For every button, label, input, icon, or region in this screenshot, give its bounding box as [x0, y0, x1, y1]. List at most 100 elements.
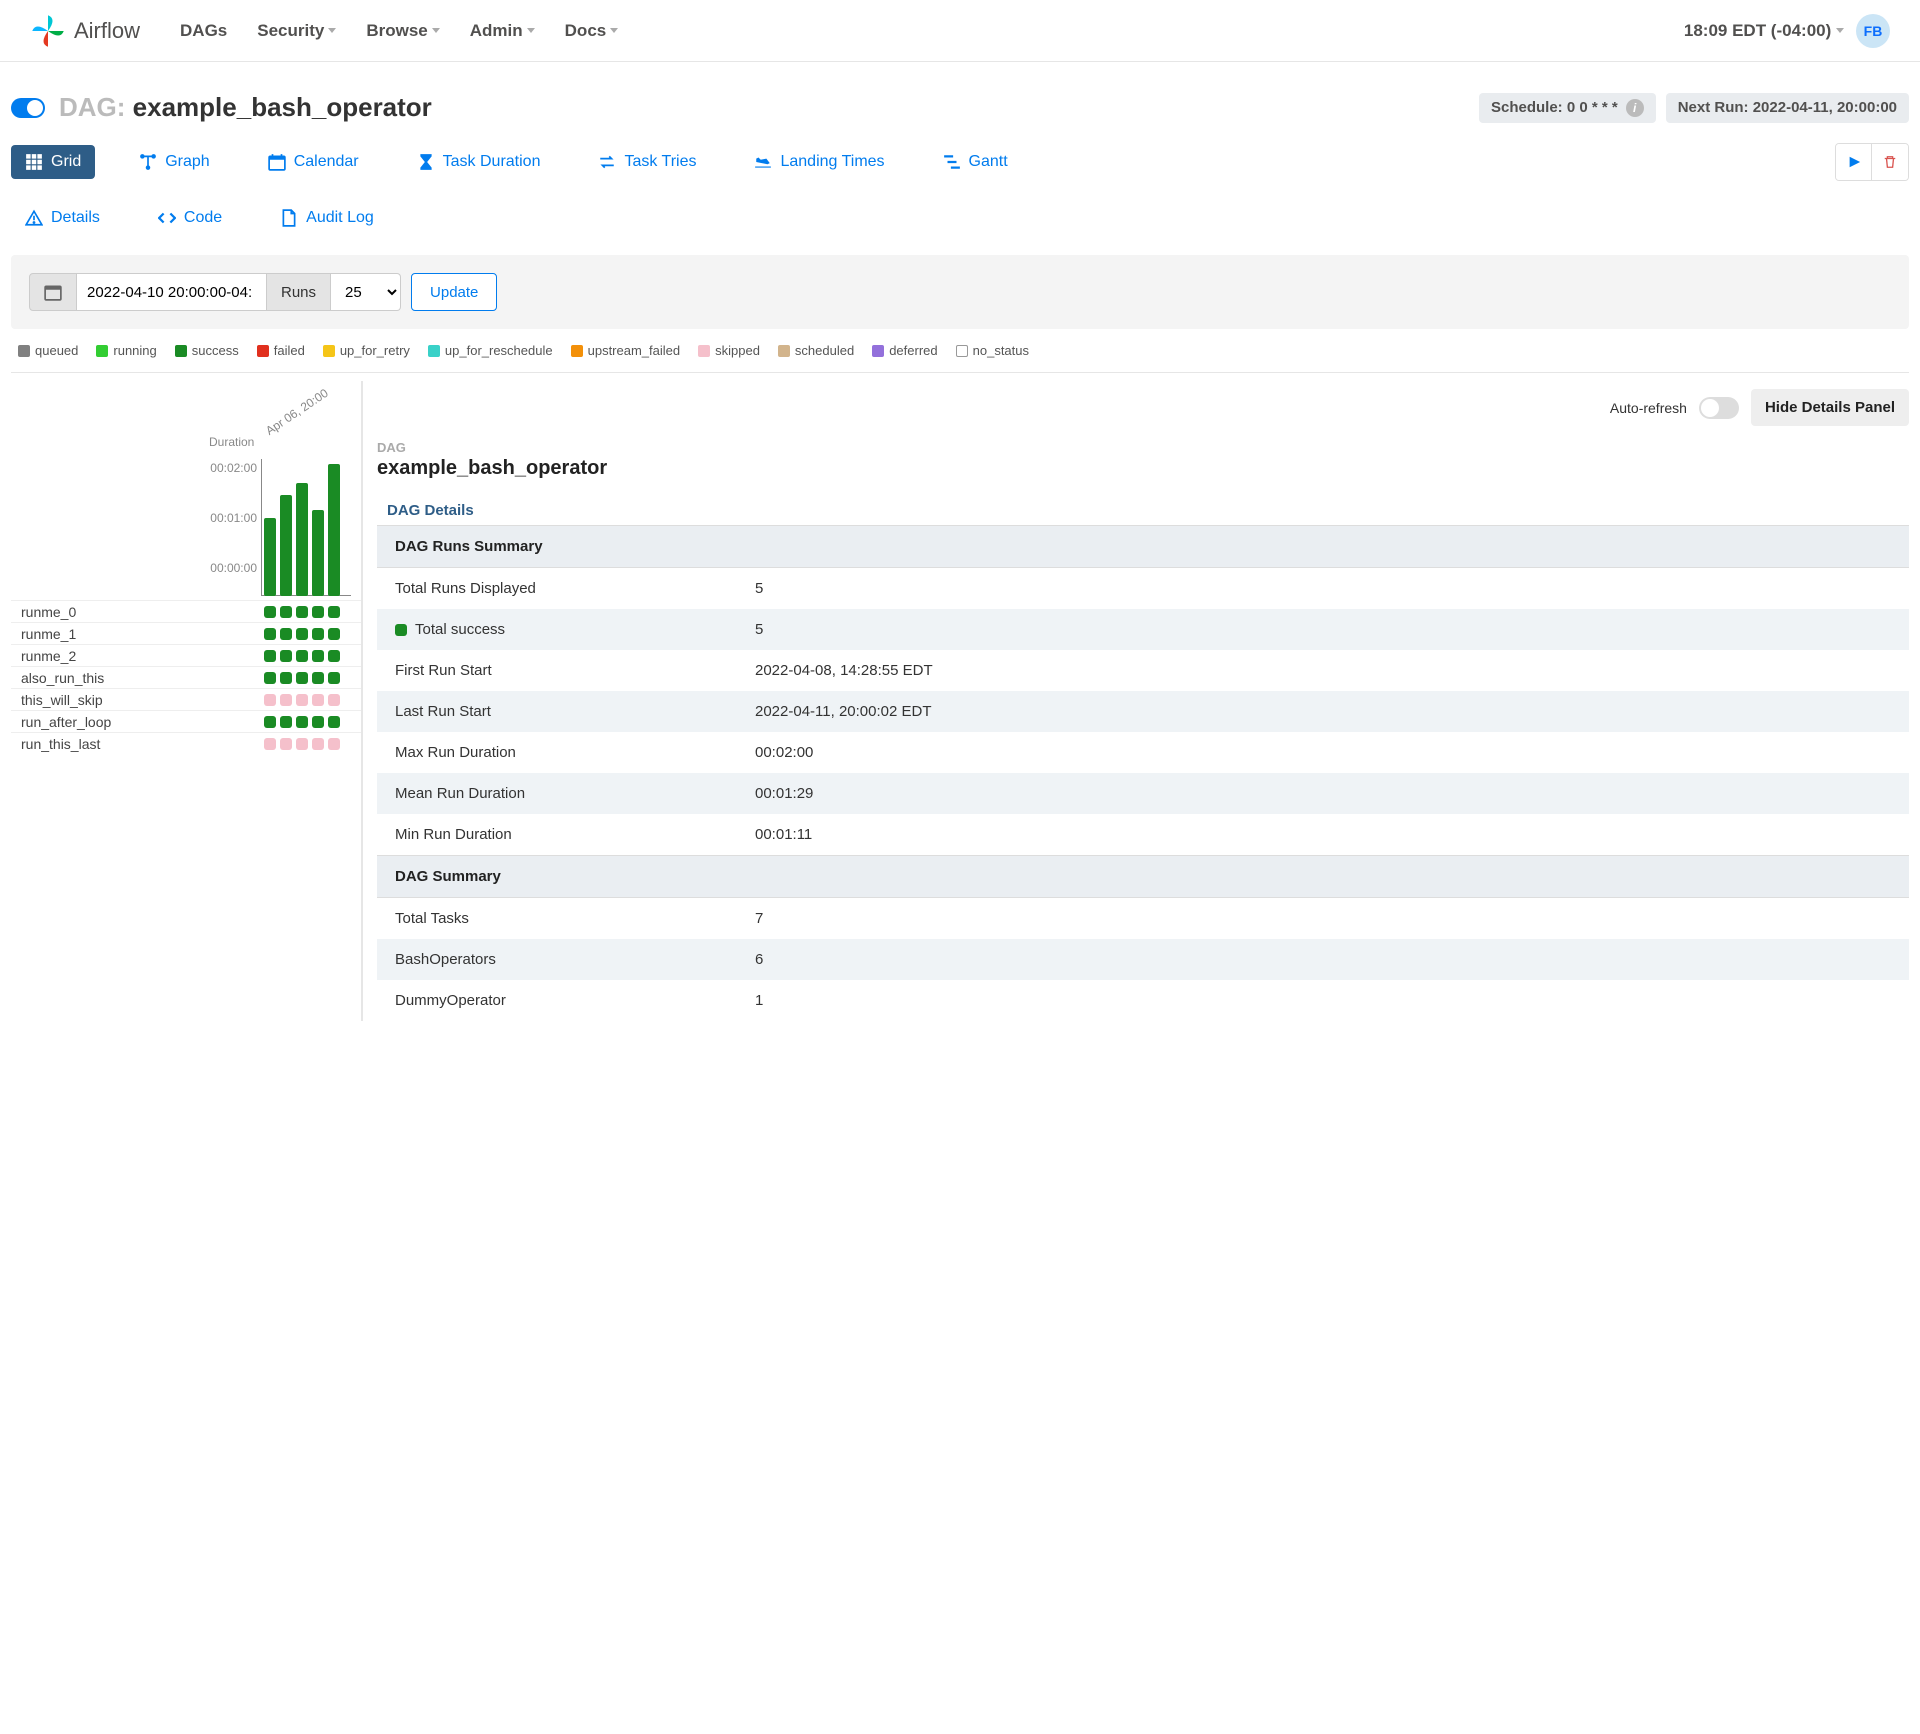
task-instance-cell[interactable] — [264, 606, 276, 618]
dag-run-bar[interactable] — [280, 495, 292, 596]
row-total-runs: Total Runs Displayed5 — [377, 568, 1909, 609]
state-legend: queued running success failed up_for_retry up… — [0, 339, 1920, 372]
update-button[interactable]: Update — [411, 273, 497, 311]
task-instance-cell[interactable] — [296, 650, 308, 662]
task-name[interactable]: runme_2 — [11, 648, 264, 664]
hide-details-button[interactable]: Hide Details Panel — [1751, 389, 1909, 426]
task-instance-cell[interactable] — [264, 738, 276, 750]
legend-skipped[interactable]: skipped — [698, 343, 760, 358]
tab-graph[interactable]: Graph — [125, 145, 223, 179]
legend-scheduled[interactable]: scheduled — [778, 343, 854, 358]
chevron-down-icon — [328, 28, 336, 33]
task-instance-cell[interactable] — [312, 738, 324, 750]
delete-dag-button[interactable] — [1872, 144, 1908, 180]
task-instance-cell[interactable] — [264, 650, 276, 662]
task-instance-cell[interactable] — [328, 672, 340, 684]
task-instance-cell[interactable] — [296, 738, 308, 750]
task-instance-cell[interactable] — [312, 650, 324, 662]
dag-run-bar[interactable] — [264, 518, 276, 596]
dag-run-bar[interactable] — [296, 483, 308, 596]
avatar[interactable]: FB — [1856, 14, 1890, 48]
task-instance-cell[interactable] — [328, 738, 340, 750]
task-instance-cell[interactable] — [312, 716, 324, 728]
dag-run-bar[interactable] — [328, 464, 340, 596]
dag-pause-toggle[interactable] — [11, 98, 45, 118]
tab-task-duration[interactable]: Task Duration — [403, 145, 555, 179]
task-row: runme_1 — [11, 622, 361, 644]
legend-running[interactable]: running — [96, 343, 156, 358]
task-instance-cell[interactable] — [296, 606, 308, 618]
task-instance-cell[interactable] — [296, 694, 308, 706]
task-instance-cell[interactable] — [280, 738, 292, 750]
legend-no_status[interactable]: no_status — [956, 343, 1029, 358]
task-instance-cell[interactable] — [280, 650, 292, 662]
row-first-run: First Run Start2022-04-08, 14:28:55 EDT — [377, 650, 1909, 691]
legend-deferred[interactable]: deferred — [872, 343, 937, 358]
task-instance-cell[interactable] — [264, 694, 276, 706]
task-instance-cell[interactable] — [328, 650, 340, 662]
calendar-icon[interactable] — [29, 273, 77, 311]
tab-grid[interactable]: Grid — [11, 145, 95, 179]
gantt-icon — [943, 153, 961, 171]
task-instance-cell[interactable] — [280, 628, 292, 640]
row-mean-duration: Mean Run Duration00:01:29 — [377, 773, 1909, 814]
task-name[interactable]: run_after_loop — [11, 714, 264, 730]
task-instance-cell[interactable] — [328, 606, 340, 618]
task-name[interactable]: also_run_this — [11, 670, 264, 686]
legend-up_for_reschedule[interactable]: up_for_reschedule — [428, 343, 553, 358]
details-tab-header[interactable]: DAG Details — [377, 496, 1909, 525]
tab-task-tries[interactable]: Task Tries — [584, 145, 710, 179]
nav-docs[interactable]: Docs — [565, 21, 619, 41]
task-name[interactable]: run_this_last — [11, 736, 264, 752]
task-instance-cell[interactable] — [280, 716, 292, 728]
task-instance-cell[interactable] — [328, 716, 340, 728]
task-row: also_run_this — [11, 666, 361, 688]
legend-failed[interactable]: failed — [257, 343, 305, 358]
nav-dags[interactable]: DAGs — [180, 21, 227, 41]
detail-title: example_bash_operator — [377, 457, 1909, 480]
num-runs-select[interactable]: 25 — [331, 273, 401, 311]
time-display[interactable]: 18:09 EDT (-04:00) — [1684, 21, 1844, 41]
task-instance-cell[interactable] — [312, 672, 324, 684]
task-instance-cell[interactable] — [296, 628, 308, 640]
legend-success[interactable]: success — [175, 343, 239, 358]
legend-queued[interactable]: queued — [18, 343, 78, 358]
auto-refresh-toggle[interactable] — [1699, 397, 1739, 419]
task-instance-cell[interactable] — [280, 694, 292, 706]
trigger-dag-button[interactable] — [1836, 144, 1872, 180]
task-instance-cell[interactable] — [296, 672, 308, 684]
task-instance-cell[interactable] — [280, 672, 292, 684]
task-instance-cell[interactable] — [328, 694, 340, 706]
next-run-badge: Next Run: 2022-04-11, 20:00:00 — [1666, 93, 1909, 123]
auto-refresh-label: Auto-refresh — [1610, 400, 1687, 416]
task-name[interactable]: runme_1 — [11, 626, 264, 642]
task-instance-cell[interactable] — [296, 716, 308, 728]
tab-landing-times[interactable]: Landing Times — [740, 145, 898, 179]
retry-icon — [598, 153, 616, 171]
task-instance-cell[interactable] — [312, 606, 324, 618]
chart-date-label: Apr 06, 20:00 — [263, 386, 331, 438]
task-instance-cell[interactable] — [312, 694, 324, 706]
task-instance-cell[interactable] — [264, 628, 276, 640]
tab-gantt[interactable]: Gantt — [929, 145, 1022, 179]
runs-label: Runs — [267, 273, 331, 311]
task-instance-cell[interactable] — [264, 716, 276, 728]
task-instance-cell[interactable] — [312, 628, 324, 640]
legend-up_for_retry[interactable]: up_for_retry — [323, 343, 410, 358]
task-instance-cell[interactable] — [264, 672, 276, 684]
legend-upstream_failed[interactable]: upstream_failed — [571, 343, 681, 358]
nav-security[interactable]: Security — [257, 21, 336, 41]
base-date-input[interactable] — [77, 273, 267, 311]
nav-admin[interactable]: Admin — [470, 21, 535, 41]
task-instance-cell[interactable] — [328, 628, 340, 640]
tab-code[interactable]: Code — [144, 201, 236, 235]
brand[interactable]: Airflow — [30, 13, 140, 49]
tab-calendar[interactable]: Calendar — [254, 145, 373, 179]
dag-run-bar[interactable] — [312, 510, 324, 596]
task-instance-cell[interactable] — [280, 606, 292, 618]
nav-browse[interactable]: Browse — [366, 21, 439, 41]
task-name[interactable]: this_will_skip — [11, 692, 264, 708]
tab-audit-log[interactable]: Audit Log — [266, 201, 388, 235]
schedule-badge[interactable]: Schedule: 0 0 * * * i — [1479, 93, 1656, 123]
tab-details[interactable]: Details — [11, 201, 114, 235]
